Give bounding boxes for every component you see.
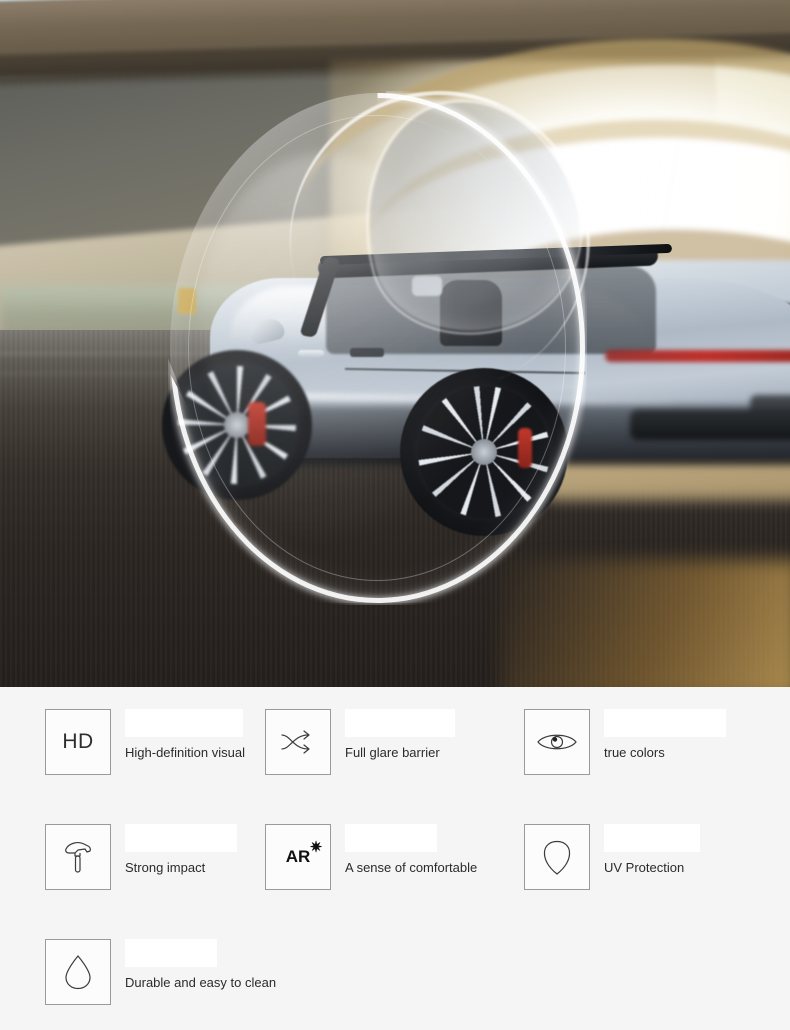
feature-text: UV Protection [604, 824, 700, 876]
feature-label: Full glare barrier [345, 745, 440, 760]
feature-a-sense-of-comfortable[interactable]: AR ✷ A sense of comfortable [257, 824, 514, 939]
redacted-heading [125, 939, 217, 967]
feature-text: High-definition visual [125, 709, 245, 761]
feature-text: Strong impact [125, 824, 237, 876]
brake-caliper [518, 428, 532, 468]
feature-high-definition-visual[interactable]: HD High-definition visual [0, 709, 257, 824]
feature-text: A sense of comfortable [345, 824, 477, 876]
eye-icon [524, 709, 590, 775]
water-droplet-icon-glyph [65, 955, 91, 990]
feature-row: Durable and easy to clean [0, 939, 790, 1030]
hero-image [0, 0, 790, 687]
sports-car [150, 200, 790, 560]
feature-row: Strong impact AR ✷ A sense of comfortable [0, 824, 790, 939]
feature-strong-impact[interactable]: Strong impact [0, 824, 257, 939]
uv-shield-icon [524, 824, 590, 890]
car-taillight-strip [605, 350, 790, 362]
uv-shield-icon-glyph [543, 840, 571, 875]
eye-icon-glyph [537, 734, 577, 750]
ar-coating-icon: AR ✷ [265, 824, 331, 890]
feature-label: Strong impact [125, 860, 206, 875]
ar-icon-sparkle: ✷ [309, 839, 323, 856]
shuffle-glare-icon-glyph [281, 730, 310, 754]
road-warm-reflection [500, 560, 790, 687]
redacted-heading [125, 709, 243, 737]
shuffle-glare-icon [265, 709, 331, 775]
hd-icon: HD [45, 709, 111, 775]
feature-list: HD High-definition visual Full glare bar… [0, 687, 790, 1030]
hammer-icon-glyph [65, 842, 91, 873]
feature-label: High-definition visual [125, 745, 245, 760]
car-side-vent [350, 348, 384, 357]
feature-durable-and-easy-to-clean[interactable]: Durable and easy to clean [0, 939, 276, 1030]
car-door-handle [298, 350, 324, 357]
car-headrest [412, 276, 442, 296]
feature-label: UV Protection [604, 860, 685, 875]
feature-text: Durable and easy to clean [125, 939, 276, 991]
product-detail-page: HD High-definition visual Full glare bar… [0, 0, 790, 1030]
ar-icon-label: AR ✷ [285, 839, 323, 867]
wheel-hub [224, 412, 250, 438]
redacted-heading [125, 824, 237, 852]
hammer-icon [45, 824, 111, 890]
feature-full-glare-barrier[interactable]: Full glare barrier [257, 709, 514, 824]
car-diffuser [630, 410, 790, 440]
water-droplet-icon [45, 939, 111, 1005]
redacted-heading [604, 824, 700, 852]
brake-caliper [248, 402, 266, 446]
feature-uv-protection[interactable]: UV Protection [514, 824, 771, 939]
ar-icon-text: AR [285, 847, 311, 866]
redacted-heading [345, 824, 437, 852]
redacted-heading [345, 709, 455, 737]
feature-label: true colors [604, 745, 665, 760]
car-seat [440, 280, 502, 346]
feature-label: Durable and easy to clean [125, 975, 277, 990]
feature-row: HD High-definition visual Full glare bar… [0, 709, 790, 824]
wheel-hub [471, 439, 497, 465]
hd-icon-label: HD [62, 730, 94, 753]
feature-text: Full glare barrier [345, 709, 455, 761]
feature-text: true colors [604, 709, 726, 761]
car-rear-wheel [400, 368, 568, 536]
redacted-heading [604, 709, 726, 737]
feature-true-colors[interactable]: true colors [514, 709, 771, 824]
feature-label: A sense of comfortable [345, 860, 478, 875]
car-front-wheel [162, 350, 312, 500]
